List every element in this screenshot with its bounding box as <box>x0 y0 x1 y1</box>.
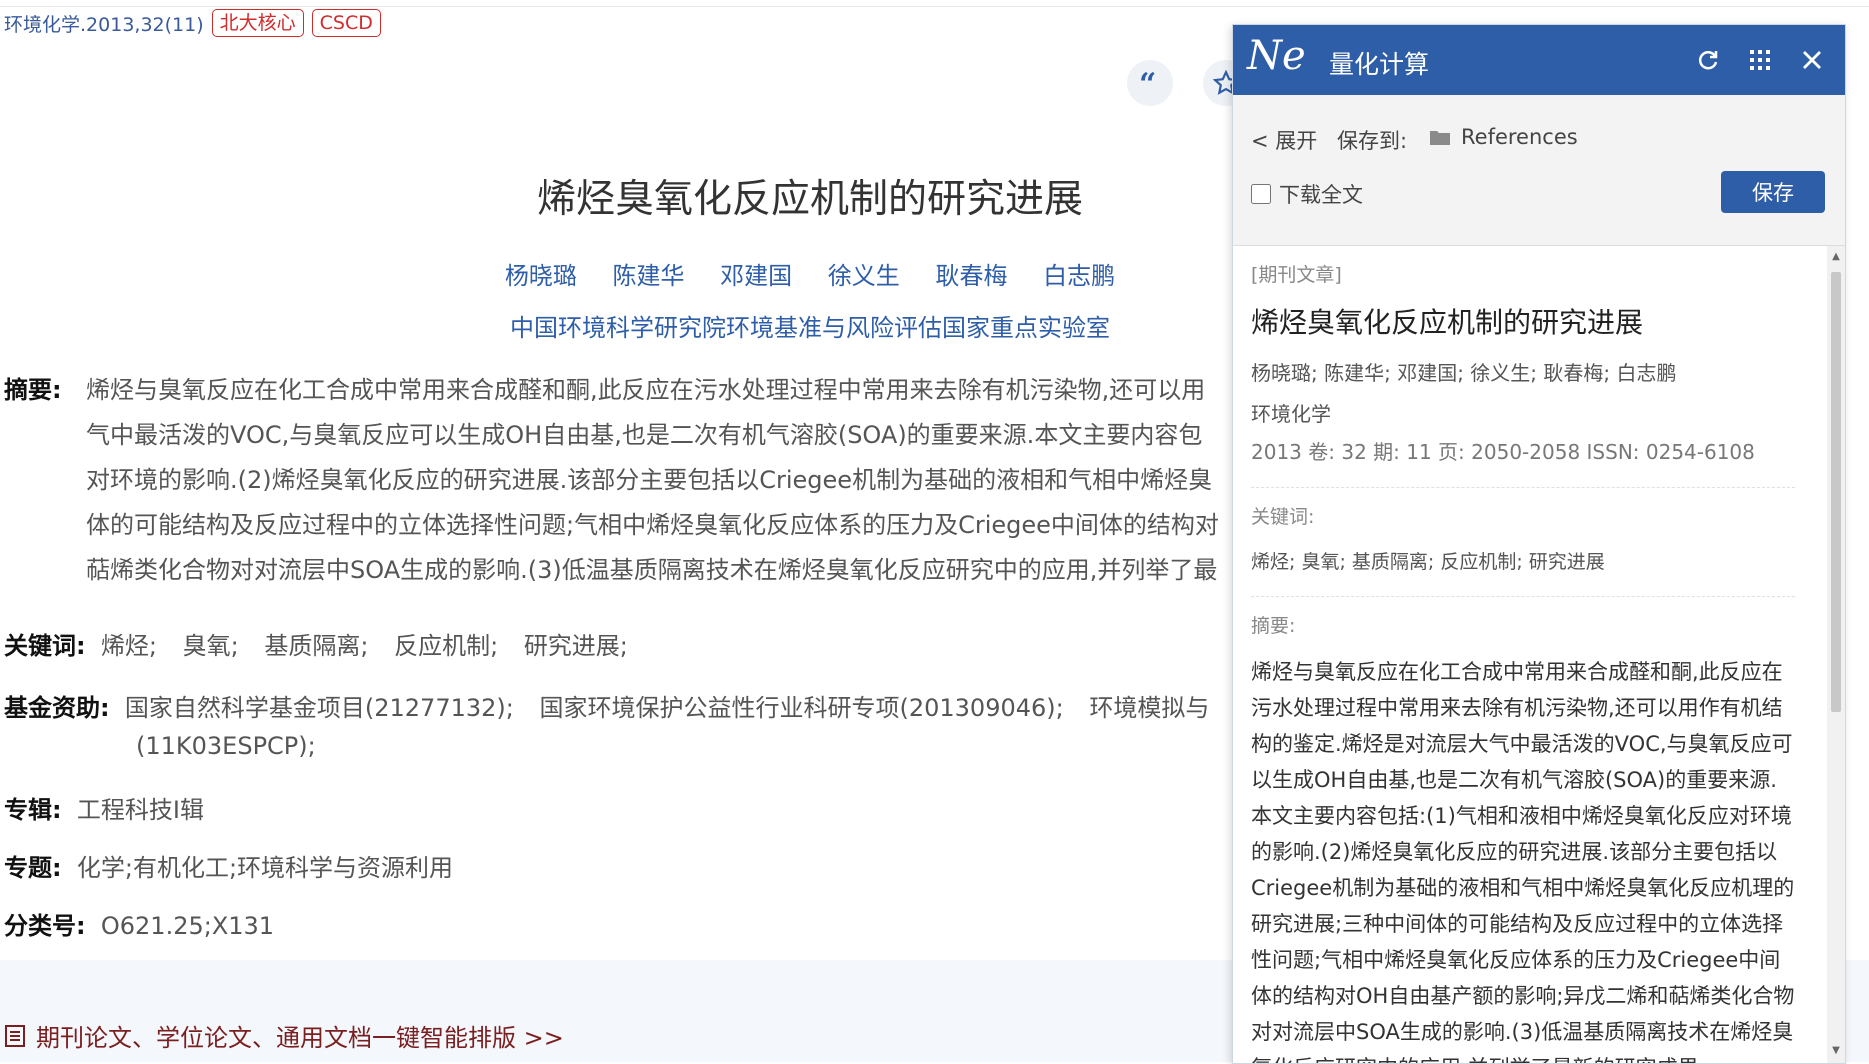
folder-name: References <box>1461 125 1578 149</box>
abstract-label-row: 摘要: <box>4 370 62 405</box>
divider <box>1251 596 1795 597</box>
noteexpress-panel: Ne 量化计算 < 展开 保存到: References 下载全文 保存 [期刊… <box>1232 24 1846 1064</box>
topic-row: 专题: 化学;有机化工;环境科学与资源利用 <box>4 848 453 883</box>
quote-button[interactable]: “ <box>1127 60 1173 106</box>
record-title: 烯烃臭氧化反应机制的研究进展 <box>1251 306 1644 339</box>
svg-text:“: “ <box>1139 72 1156 94</box>
abstract-heading: 摘要: <box>1251 615 1296 637</box>
expand-button[interactable]: < 展开 <box>1251 125 1317 155</box>
keyword-link[interactable]: 臭氧; <box>183 632 239 660</box>
fund-link[interactable]: 国家环境保护公益性行业科研专项(201309046); <box>539 694 1063 722</box>
quote-icon: “ <box>1139 72 1156 94</box>
scroll-up-arrow[interactable]: ▲ <box>1831 252 1841 262</box>
grid-icon <box>1750 50 1770 70</box>
fund-link-continued[interactable]: (11K03ESPCP); <box>136 732 316 760</box>
divider <box>1251 487 1795 488</box>
save-to-label: 保存到: <box>1337 129 1408 153</box>
tag-pku-core[interactable]: 北大核心 <box>211 9 304 37</box>
download-fulltext-label: 下载全文 <box>1279 183 1363 207</box>
journal-link[interactable]: 环境化学.2013,32(11) <box>4 10 204 37</box>
record-keywords: 烯烃; 臭氧; 基质隔离; 反应机制; 研究进展 <box>1251 551 1605 573</box>
author-link[interactable]: 白志鹏 <box>1043 262 1115 290</box>
top-border <box>0 0 1869 7</box>
abstract-line: 对环境的影响.(2)烯烃臭氧化反应的研究进展.该部分主要包括以Criegee机制… <box>86 466 1213 494</box>
noteexpress-logo: Ne <box>1247 33 1306 79</box>
keywords-heading: 关键词: <box>1251 506 1315 528</box>
author-link[interactable]: 耿春梅 <box>935 262 1007 290</box>
keyword-link[interactable]: 烯烃; <box>101 632 157 660</box>
refresh-button[interactable] <box>1691 43 1725 77</box>
abstract-line: 萜烯类化合物对对流层中SOA生成的影响.(3)低温基质隔离技术在烯烃臭氧化反应研… <box>86 556 1218 584</box>
scrollbar-thumb[interactable] <box>1831 272 1841 712</box>
folder-icon <box>1430 131 1450 145</box>
abstract-line: 体的可能结构及反应过程中的立体选择性问题;气相中烯烃臭氧化反应体系的压力及Cri… <box>86 511 1219 539</box>
keyword-link[interactable]: 研究进展; <box>524 632 628 660</box>
topic-label: 专题: <box>4 854 62 882</box>
panel-content[interactable]: [期刊文章] 烯烃臭氧化反应机制的研究进展 杨晓璐; 陈建华; 邓建国; 徐义生… <box>1233 246 1827 1063</box>
abstract-text: 烯烃与臭氧反应在化工合成中常用来合成醛和酮,此反应在污水处理过程中常用来去除有机… <box>86 368 1236 593</box>
close-icon <box>1803 51 1821 69</box>
author-link[interactable]: 杨晓璐 <box>505 262 577 290</box>
keywords-row: 关键词: 烯烃; 臭氧; 基质隔离; 反应机制; 研究进展; <box>4 626 646 661</box>
panel-title: 量化计算 <box>1329 50 1430 79</box>
download-fulltext-option[interactable]: 下载全文 <box>1251 179 1363 209</box>
class-label: 分类号: <box>4 912 86 940</box>
topic-value: 化学;有机化工;环境科学与资源利用 <box>76 854 454 882</box>
apps-grid-button[interactable] <box>1743 43 1777 77</box>
author-link[interactable]: 徐义生 <box>828 262 900 290</box>
document-icon <box>5 1024 25 1047</box>
folder-selector[interactable]: References <box>1429 125 1578 149</box>
fund-label: 基金资助: <box>4 694 110 722</box>
record-authors: 杨晓璐; 陈建华; 邓建国; 徐义生; 耿春梅; 白志鹏 <box>1251 361 1677 385</box>
download-fulltext-checkbox[interactable] <box>1251 184 1271 204</box>
close-button[interactable] <box>1795 43 1829 77</box>
record-journal: 环境化学 <box>1251 402 1331 426</box>
record-meta: 2013 卷: 32 期: 11 页: 2050-2058 ISSN: 0254… <box>1251 440 1755 464</box>
abstract-line: 烯烃与臭氧反应在化工合成中常用来合成醛和酮,此反应在污水处理过程中常用来去除有机… <box>86 376 1206 404</box>
record-abstract: 烯烃与臭氧反应在化工合成中常用来合成醛和酮,此反应在污水处理过程中常用来去除有机… <box>1251 660 1795 1063</box>
keywords-label: 关键词: <box>4 632 86 660</box>
fund-row: 基金资助: 国家自然科学基金项目(21277132); 国家环境保护公益性行业科… <box>4 688 1227 723</box>
class-value: O621.25;X131 <box>100 912 275 940</box>
abstract-label: 摘要: <box>4 376 62 404</box>
fund-link[interactable]: 环境模拟与 <box>1089 694 1209 722</box>
author-link[interactable]: 邓建国 <box>720 262 792 290</box>
typeset-link[interactable]: 期刊论文、学位论文、通用文档一键智能排版 >> <box>4 1018 564 1053</box>
record-type: [期刊文章] <box>1251 264 1342 286</box>
author-link[interactable]: 陈建华 <box>613 262 685 290</box>
class-row: 分类号: O621.25;X131 <box>4 906 274 941</box>
panel-header: Ne 量化计算 <box>1233 25 1845 95</box>
save-button[interactable]: 保存 <box>1721 171 1825 213</box>
keyword-link[interactable]: 反应机制; <box>394 632 498 660</box>
typeset-label: 期刊论文、学位论文、通用文档一键智能排版 >> <box>36 1024 564 1052</box>
album-row: 专辑: 工程科技Ⅰ辑 <box>4 790 204 825</box>
album-label: 专辑: <box>4 796 62 824</box>
panel-toolbar: < 展开 保存到: References 下载全文 保存 <box>1233 95 1845 246</box>
scroll-down-arrow[interactable]: ▼ <box>1831 1046 1841 1056</box>
source-breadcrumb: 环境化学.2013,32(11) 北大核心 CSCD <box>4 8 381 38</box>
album-value: 工程科技Ⅰ辑 <box>76 796 204 824</box>
fund-link[interactable]: 国家自然科学基金项目(21277132); <box>125 694 514 722</box>
abstract-line: 气中最活泼的VOC,与臭氧反应可以生成OH自由基,也是二次有机气溶胶(SOA)的… <box>86 421 1203 449</box>
refresh-icon <box>1698 51 1718 70</box>
tag-cscd[interactable]: CSCD <box>311 9 381 37</box>
panel-scrollbar[interactable]: ▲ ▼ <box>1827 246 1845 1063</box>
keyword-link[interactable]: 基质隔离; <box>264 632 368 660</box>
